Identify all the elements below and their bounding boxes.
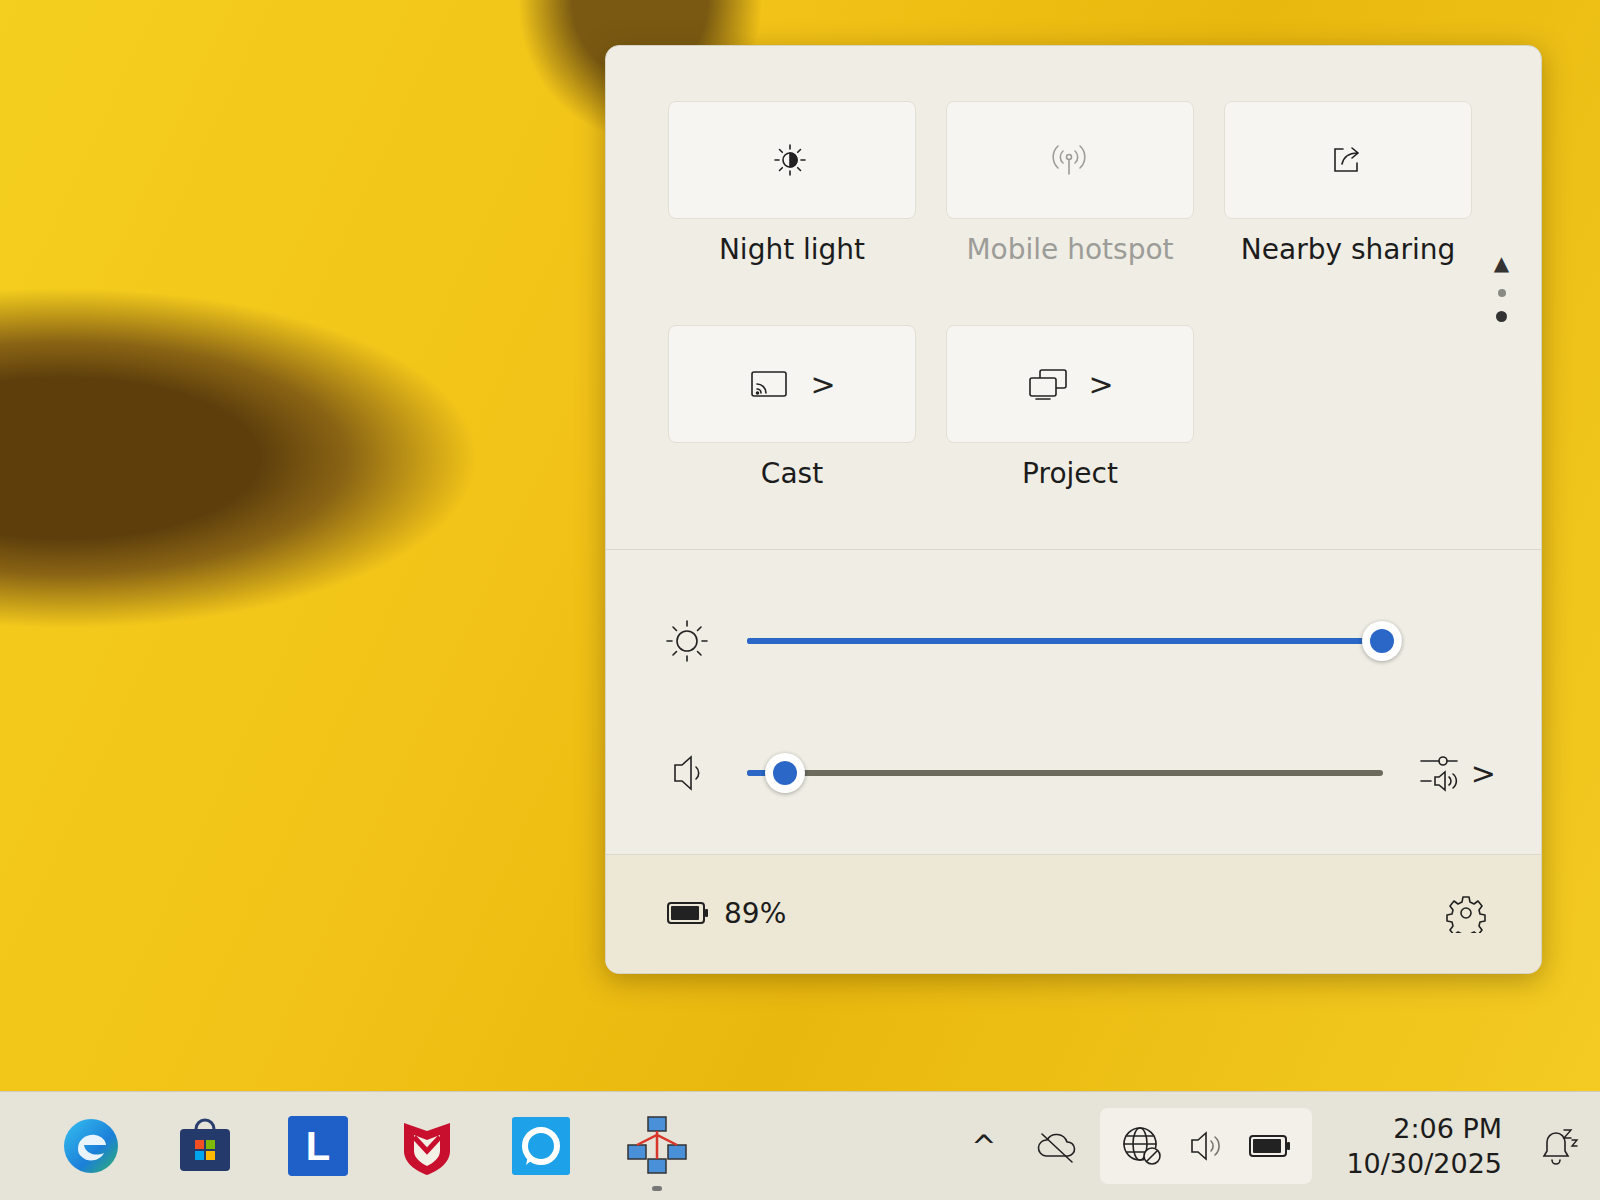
tile-label: Nearby sharing [1241,233,1455,273]
volume-row: > [661,747,1496,799]
tile-grid: Night light Mobile hotspot Nearby sharing >… [668,101,1472,497]
taskbar-app[interactable] [510,1115,576,1177]
mixer-icon [1417,751,1461,795]
footer: 89% [606,854,1541,973]
slider-thumb[interactable] [1362,621,1402,661]
date: 10/30/2025 [1346,1146,1502,1181]
network-icon [1120,1124,1164,1168]
edge-icon [60,1115,126,1177]
chevron[interactable]: > [1471,756,1496,791]
tile: Mobile hotspot [946,101,1194,273]
network-app-icon [624,1115,690,1177]
cast-icon [748,364,792,404]
battery-status[interactable]: 89% [666,897,786,930]
tile: > Cast [668,325,916,497]
page-dot[interactable] [1498,289,1506,297]
show-hidden-icons[interactable]: ^ [953,1129,1014,1164]
taskbar-app[interactable] [396,1115,462,1177]
sliders-section: > [606,549,1541,854]
brightness-row [661,615,1496,667]
brightness-icon [661,615,713,667]
time: 2:06 PM [1393,1111,1502,1146]
project-icon [1026,364,1070,404]
hotspot-icon [1048,140,1092,180]
desktop: Night light Mobile hotspot Nearby sharing >… [0,0,1600,1091]
letter-app-icon[interactable]: L [288,1116,348,1176]
taskbar-app[interactable] [174,1115,240,1177]
battery-icon [1248,1133,1292,1159]
slider-track[interactable] [747,638,1402,644]
store-icon [174,1115,240,1177]
share-icon [1326,140,1370,180]
slider-thumb[interactable] [765,753,805,793]
tile: Nearby sharing [1224,101,1472,273]
tile-label: Mobile hotspot [966,233,1173,273]
tile-button[interactable]: > [668,325,916,443]
page-up[interactable]: ▲ [1494,251,1509,275]
chevron[interactable]: > [1088,367,1113,402]
mcafee-icon [396,1115,462,1177]
quick-settings-panel: Night light Mobile hotspot Nearby sharing >… [605,45,1542,974]
notification-bell-icon[interactable] [1536,1124,1580,1168]
clock[interactable]: 2:06 PM10/30/2025 [1332,1111,1516,1181]
system-tray: ^ 2:06 PM10/30/2025 [953,1108,1580,1184]
alexa-icon [510,1115,576,1177]
slider-track[interactable] [747,770,1383,776]
volume-mixer-button[interactable]: > [1417,751,1496,795]
quick-settings-button[interactable] [1100,1108,1312,1184]
battery-icon [666,900,710,926]
taskbar: L ^ 2:06 PM10/30/2025 [0,1091,1600,1200]
tile-button[interactable] [668,101,916,219]
taskbar-apps: L [60,1115,690,1177]
slider-fill [747,638,1382,644]
tiles-section: Night light Mobile hotspot Nearby sharing >… [606,46,1541,549]
taskbar-app[interactable] [624,1115,690,1177]
tile-label: Night light [719,233,865,273]
onedrive-icon [1034,1126,1080,1166]
speaker-icon[interactable] [661,747,713,799]
running-indicator [652,1186,662,1191]
volume-icon [1186,1124,1226,1168]
pager: ▲ [1492,101,1511,497]
taskbar-app[interactable]: L [288,1116,348,1176]
tile-button[interactable] [1224,101,1472,219]
chevron[interactable]: > [810,367,835,402]
tile-button [946,101,1194,219]
sun-moon-icon [770,140,814,180]
tile-button[interactable]: > [946,325,1194,443]
taskbar-app[interactable] [60,1115,126,1177]
tile-label: Project [1022,457,1118,497]
battery-percent: 89% [724,897,786,930]
settings-gear-icon[interactable] [1446,893,1486,933]
tile: Night light [668,101,916,273]
tile-label: Cast [761,457,823,497]
tile: > Project [946,325,1194,497]
page-dot[interactable] [1496,311,1507,322]
